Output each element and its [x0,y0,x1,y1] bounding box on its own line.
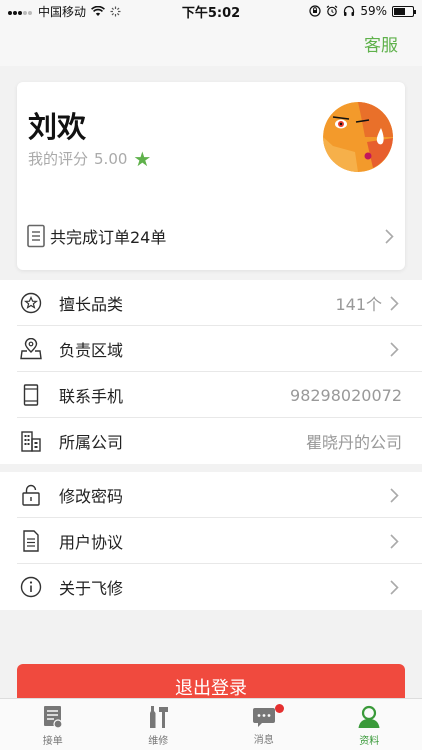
order-icon [43,705,63,729]
menu-item-value: 98298020072 [290,385,402,405]
menu-item-company[interactable]: 所属公司 瞿晓丹的公司 [0,418,422,464]
rating-value: 5.00 [94,149,128,168]
alarm-icon [326,5,338,17]
top-bar: 客服 [0,22,422,66]
avatar[interactable] [323,102,393,172]
user-name: 刘欢 [28,110,87,144]
tab-messages[interactable]: 消息 [211,699,317,750]
lock-icon [20,484,42,506]
menu-item-categories[interactable]: 擅长品类 141个 [0,280,422,326]
chevron-right-icon [390,487,402,503]
menu-item-value: 瞿晓丹的公司 [305,433,402,452]
menu-item-phone[interactable]: 联系手机 98298020072 [0,372,422,418]
menu-item-label: 联系手机 [59,387,124,406]
chevron-right-icon [390,533,402,549]
tab-orders[interactable]: 接单 [0,699,106,750]
chevron-right-icon [385,228,397,244]
orientation-lock-icon [309,5,321,17]
status-bar: 中国移动 下午5:02 59% [0,0,422,22]
chevron-right-icon [390,341,402,357]
carrier-label: 中国移动 [38,4,87,19]
tab-repair[interactable]: 维修 [106,699,212,750]
battery-icon [392,5,416,17]
menu-item-user-agreement[interactable]: 用户协议 [0,518,422,564]
chevron-right-icon [390,295,402,311]
menu-item-label: 所属公司 [59,433,124,452]
document-icon [27,224,45,248]
profile-card: 刘欢 我的评分 5.00 ★ 共完成订单24单 [17,82,405,270]
menu-item-change-password[interactable]: 修改密码 [0,472,422,518]
unread-badge [275,704,284,713]
message-icon [252,707,275,727]
tab-label: 消息 [253,734,274,746]
menu-item-label: 用户协议 [59,533,124,552]
rating-label: 我的评分 [28,150,89,168]
battery-percent: 59% [360,4,387,18]
wifi-icon [91,5,105,16]
document-icon [20,530,42,552]
orders-summary-row[interactable]: 共完成订单24单 [26,220,397,252]
battery-level-fill [394,7,405,15]
rating-row: 我的评分 5.00 ★ [28,148,151,169]
map-pin-icon [20,338,42,360]
menu-item-label: 关于飞修 [59,579,124,598]
phone-icon [20,384,42,406]
menu-item-about[interactable]: 关于飞修 [0,564,422,610]
headphones-icon [344,5,355,16]
menu-item-region[interactable]: 负责区域 [0,326,422,372]
profile-icon [358,705,380,728]
tab-label: 接单 [42,735,63,747]
star-circle-icon [20,292,42,314]
tab-label: 资料 [359,735,380,747]
tab-profile[interactable]: 资料 [317,699,422,750]
building-icon [20,430,42,452]
info-icon [20,576,42,598]
tab-bar: 接单 维修 消息 资料 [0,698,422,750]
orders-summary-text: 共完成订单24单 [50,228,167,247]
chevron-right-icon [390,579,402,595]
menu-item-label: 负责区域 [59,341,124,360]
loading-spinner-icon [110,6,121,16]
menu-item-label: 修改密码 [59,487,124,506]
menu-item-value: 141个 [335,295,382,314]
tab-label: 维修 [148,735,169,747]
settings-menu: 修改密码 用户协议 关于飞修 [0,472,422,610]
customer-service-button[interactable]: 客服 [364,31,398,56]
menu-item-label: 擅长品类 [59,295,124,314]
signal-dots-icon [8,4,33,18]
tools-icon [150,705,169,728]
info-menu: 擅长品类 141个 负责区域 联系手机 98298020072 所属公司 瞿晓丹… [0,280,422,464]
star-icon: ★ [133,146,152,171]
